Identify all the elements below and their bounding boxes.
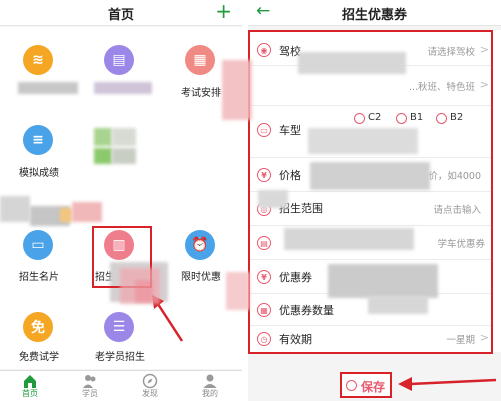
user-icon — [203, 374, 217, 388]
book-icon[interactable]: ▤ — [104, 45, 134, 75]
radio-b2[interactable] — [436, 113, 447, 124]
redacted-area — [120, 268, 160, 304]
tab-label: 发现 — [142, 389, 158, 398]
redacted-area — [112, 128, 136, 146]
grid-label-alumni-referral: 老学员招生 — [95, 352, 145, 363]
validity-value: 一星期 — [446, 335, 475, 346]
audio-wave-icon[interactable]: ≋ — [23, 45, 53, 75]
tab-label: 首页 — [22, 389, 38, 398]
tab-label: 学员 — [82, 389, 98, 398]
redacted-area — [368, 296, 428, 314]
redacted-area — [308, 128, 418, 154]
redacted-area — [94, 82, 152, 94]
right-screen: ← 招生优惠券 ◉ 驾校 请选择驾校 > ...秋班、特色班 > ▭ 车型 C2… — [248, 0, 501, 401]
coupon-icon[interactable]: ▥ — [104, 230, 134, 260]
redacted-area — [226, 272, 250, 310]
redacted-area — [112, 148, 136, 164]
redacted-area — [222, 60, 252, 120]
radio-c2-label: C2 — [368, 112, 382, 123]
coupon-name-value[interactable]: 学车优惠券 — [437, 236, 485, 250]
redacted-area — [284, 228, 414, 250]
school-icon: ◉ — [257, 43, 271, 57]
coupon-label: 优惠券 — [279, 271, 312, 284]
chevron-right-icon: > — [479, 78, 489, 91]
document-icon[interactable]: ≡ — [23, 125, 53, 155]
validity-label: 有效期 — [279, 333, 312, 346]
radio-b1-label: B1 — [410, 112, 424, 123]
free-badge-icon[interactable]: 免 — [23, 312, 53, 342]
car-icon: ▭ — [257, 123, 271, 137]
save-button[interactable]: 保存 — [340, 372, 392, 398]
page-title: 首页 — [107, 8, 134, 23]
price-icon: ¥ — [257, 168, 271, 182]
chevron-right-icon: > — [479, 331, 489, 344]
coupon-header: ← 招生优惠券 — [248, 0, 501, 26]
tab-students[interactable]: 学员 — [65, 373, 115, 399]
home-icon — [24, 375, 36, 388]
save-label: 保存 — [361, 380, 386, 394]
home-header: 首页 + — [0, 0, 242, 26]
alarm-clock-icon[interactable]: ⏰ — [185, 230, 215, 260]
class-type-value: ...秋班、特色班 — [408, 82, 475, 93]
redacted-area — [310, 162, 430, 190]
grid-label-business-card: 招生名片 — [19, 272, 59, 283]
radio-b2-label: B2 — [450, 112, 464, 123]
validity-row[interactable]: ◷ 有效期 一星期 > — [248, 326, 493, 352]
radio-b1[interactable] — [396, 113, 407, 124]
grid-label-mock-score: 模拟成绩 — [19, 168, 59, 179]
yen-icon: ¥ — [257, 270, 271, 284]
students-icon — [83, 375, 96, 388]
clock-icon: ◷ — [257, 332, 271, 346]
bottom-tab-bar: 首页 学员 发现 我的 — [0, 370, 242, 401]
quantity-icon: ▦ — [257, 303, 271, 317]
tab-home[interactable]: 首页 — [5, 373, 55, 399]
plus-icon[interactable]: + — [215, 1, 232, 21]
list-icon[interactable]: ☰ — [104, 312, 134, 342]
redacted-area — [94, 128, 112, 146]
tab-label: 我的 — [202, 389, 218, 398]
card-icon[interactable]: ▭ — [23, 230, 53, 260]
redacted-area — [298, 52, 406, 74]
save-icon — [346, 380, 357, 391]
redacted-area — [328, 264, 438, 298]
redacted-area — [258, 190, 288, 208]
left-screen: 首页 + ≋ ▤ ▦ 考试安排 ≡ 模拟成绩 ▭ 招生名片 ▥ 招生优惠券 ⏰ … — [0, 0, 242, 401]
chevron-right-icon: > — [479, 43, 489, 56]
page-title: 招生优惠券 — [341, 8, 407, 23]
enroll-range-input[interactable]: 请点击输入 — [433, 202, 481, 216]
school-placeholder: 请选择驾校 — [427, 47, 475, 58]
coupon-quantity-label: 优惠券数量 — [279, 304, 334, 317]
car-model-label: 车型 — [279, 124, 301, 137]
redacted-area — [18, 82, 78, 94]
coupon-name-icon: ▤ — [257, 236, 271, 250]
redacted-area — [60, 208, 72, 222]
tab-mine[interactable]: 我的 — [185, 373, 235, 399]
redacted-area — [0, 196, 30, 222]
tab-discover[interactable]: 发现 — [125, 373, 175, 399]
compass-icon — [142, 373, 158, 389]
grid-label-free-trial: 免费试学 — [19, 352, 59, 363]
redacted-area — [94, 148, 112, 164]
calendar-icon[interactable]: ▦ — [185, 45, 215, 75]
price-label: 价格 — [279, 169, 301, 182]
radio-c2[interactable] — [354, 113, 365, 124]
redacted-area — [72, 202, 102, 222]
annotation-arrow — [398, 377, 497, 391]
